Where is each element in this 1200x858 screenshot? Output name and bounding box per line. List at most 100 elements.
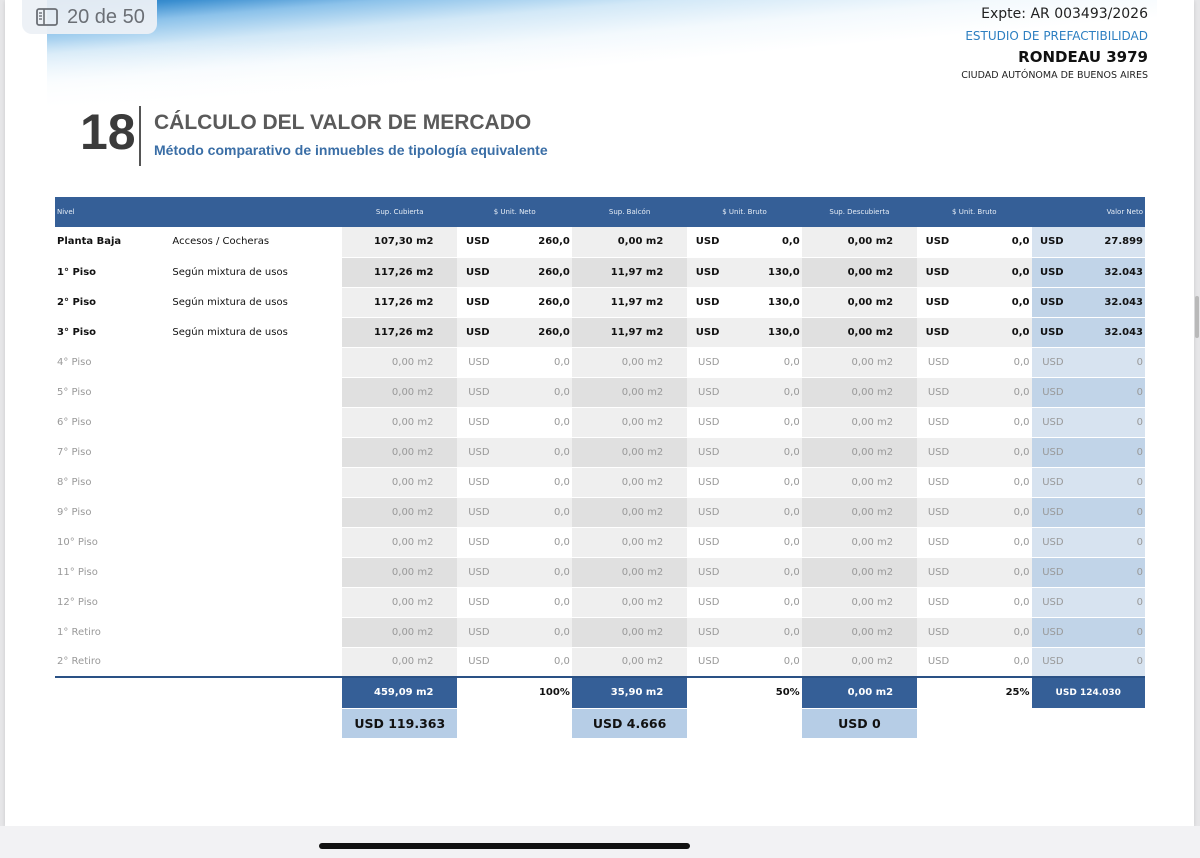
level-cell: Planta Baja (55, 227, 171, 258)
usd-label-cell: USD (457, 467, 492, 498)
sup-cubierta-cell: 0,00 m2 (342, 407, 458, 438)
description-cell (170, 497, 343, 528)
unit-neto-cell: 0,0 (491, 347, 572, 378)
col-header-desc (170, 197, 343, 227)
sup-descubierta-cell: 0,00 m2 (801, 407, 918, 438)
table-row: 2° Retiro 0,00 m2 USD 0,0 0,00 m2 USD 0,0 0,00 … (55, 647, 1145, 678)
usd-label-cell: USD (457, 347, 492, 378)
table-header-row: Nivel Sup. Cubierta $ Unit. Neto Sup. Ba… (55, 197, 1145, 227)
usd-label-cell: USD (687, 347, 722, 378)
unit-bruto-2-cell: 0,0 (951, 467, 1032, 498)
level-cell: 9° Piso (55, 497, 171, 528)
level-cell: 1° Piso (55, 257, 171, 288)
usd-label-cell: USD (457, 647, 492, 678)
unit-bruto-2-cell: 0,0 (951, 437, 1032, 468)
valor-neto-cell: 0 (1065, 617, 1145, 648)
unit-bruto-2-cell: 0,0 (951, 557, 1032, 588)
usd-label-cell: USD (917, 317, 952, 348)
usd-label-cell: USD (917, 497, 952, 528)
usd-label-cell: USD (687, 557, 722, 588)
usd-label-cell: USD (917, 407, 952, 438)
usd-label-cell: USD (1031, 407, 1066, 438)
valor-neto-cell: 0 (1065, 557, 1145, 588)
valor-neto-cell: 0 (1065, 377, 1145, 408)
col-header-valor-neto: Valor Neto (1031, 197, 1145, 227)
usd-label-cell: USD (1031, 587, 1066, 618)
usd-label-cell: USD (917, 587, 952, 618)
usd-label-cell: USD (1031, 377, 1066, 408)
total-pct-balcon: 50% (687, 676, 802, 709)
unit-bruto-cell: 0,0 (721, 497, 802, 528)
total-pct-descubierta: 25% (917, 676, 1032, 709)
usd-total-descubierta: USD 0 (801, 708, 918, 739)
unit-neto-cell: 260,0 (491, 287, 572, 318)
sup-cubierta-cell: 0,00 m2 (342, 647, 458, 678)
col-header-sup-descubierta: Sup. Descubierta (801, 197, 918, 227)
sup-descubierta-cell: 0,00 m2 (801, 377, 918, 408)
table-row: 1° Piso Según mixtura de usos 117,26 m2 USD… (55, 257, 1145, 288)
table-row: 2° Piso Según mixtura de usos 117,26 m2 USD… (55, 287, 1145, 318)
unit-neto-cell: 0,0 (491, 377, 572, 408)
description-cell (170, 527, 343, 558)
bottom-bar (0, 826, 1200, 858)
usd-label-cell: USD (1031, 467, 1066, 498)
level-cell: 2° Retiro (55, 647, 171, 678)
unit-neto-cell: 0,0 (491, 587, 572, 618)
valor-neto-cell: 27.899 (1065, 227, 1145, 258)
sidebar-icon[interactable] (36, 8, 58, 26)
table-row: Planta Baja Accesos / Cocheras 107,30 m2 US… (55, 227, 1145, 258)
usd-label-cell: USD (457, 287, 492, 318)
sup-balcon-cell: 0,00 m2 (571, 467, 688, 498)
sup-cubierta-cell: 117,26 m2 (342, 287, 458, 318)
usd-label-cell: USD (917, 557, 952, 588)
valor-neto-cell: 0 (1065, 497, 1145, 528)
level-cell: 4° Piso (55, 347, 171, 378)
unit-neto-cell: 0,0 (491, 557, 572, 588)
usd-label-cell: USD (457, 527, 492, 558)
total-valor-neto: USD 124.030 (1031, 676, 1145, 709)
usd-label-cell: USD (1031, 617, 1066, 648)
level-cell: 6° Piso (55, 407, 171, 438)
sup-descubierta-cell: 0,00 m2 (801, 257, 918, 288)
unit-bruto-2-cell: 0,0 (951, 377, 1032, 408)
usd-label-cell: USD (917, 377, 952, 408)
usd-label-cell: USD (687, 467, 722, 498)
study-label: ESTUDIO DE PREFACTIBILIDAD (965, 29, 1148, 43)
unit-neto-cell: 0,0 (491, 527, 572, 558)
description-cell: Según mixtura de usos (170, 287, 343, 318)
page-indicator-label: 20 de 50 (67, 5, 145, 28)
table-row: 11° Piso 0,00 m2 USD 0,0 0,00 m2 USD 0,0 0,00 m… (55, 557, 1145, 588)
sup-cubierta-cell: 0,00 m2 (342, 377, 458, 408)
totals-row: 459,09 m2 100% 35,90 m2 50% 0,00 m2 25% … (55, 676, 1145, 709)
table-row: 9° Piso 0,00 m2 USD 0,0 0,00 m2 USD 0,0 0,00 m2… (55, 497, 1145, 528)
usd-label-cell: USD (1031, 317, 1066, 348)
usd-label-cell: USD (687, 317, 722, 348)
valor-neto-cell: 32.043 (1065, 287, 1145, 318)
sup-cubierta-cell: 0,00 m2 (342, 557, 458, 588)
usd-label-cell: USD (457, 407, 492, 438)
unit-bruto-cell: 0,0 (721, 467, 802, 498)
sup-balcon-cell: 0,00 m2 (571, 497, 688, 528)
property-address: RONDEAU 3979 (1018, 48, 1148, 66)
usd-label-cell: USD (687, 437, 722, 468)
home-indicator[interactable] (319, 843, 690, 849)
usd-label-cell: USD (917, 347, 952, 378)
sup-cubierta-cell: 117,26 m2 (342, 317, 458, 348)
usd-label-cell: USD (917, 617, 952, 648)
table-row: 10° Piso 0,00 m2 USD 0,0 0,00 m2 USD 0,0 0,00 m… (55, 527, 1145, 558)
page-indicator[interactable]: 20 de 50 (22, 0, 157, 34)
valor-neto-cell: 0 (1065, 437, 1145, 468)
unit-bruto-cell: 0,0 (721, 647, 802, 678)
sup-descubierta-cell: 0,00 m2 (801, 497, 918, 528)
unit-bruto-2-cell: 0,0 (951, 287, 1032, 318)
sup-balcon-cell: 0,00 m2 (571, 557, 688, 588)
usd-label-cell: USD (457, 377, 492, 408)
scrollbar-thumb[interactable] (1195, 296, 1199, 338)
document-page: Expte: AR 003493/2026 ESTUDIO DE PREFACT… (5, 0, 1194, 826)
valor-neto-cell: 32.043 (1065, 257, 1145, 288)
usd-label-cell: USD (1031, 527, 1066, 558)
sup-balcon-cell: 0,00 m2 (571, 227, 688, 258)
usd-total-balcon: USD 4.666 (571, 708, 688, 739)
valor-neto-cell: 0 (1065, 467, 1145, 498)
description-cell (170, 617, 343, 648)
